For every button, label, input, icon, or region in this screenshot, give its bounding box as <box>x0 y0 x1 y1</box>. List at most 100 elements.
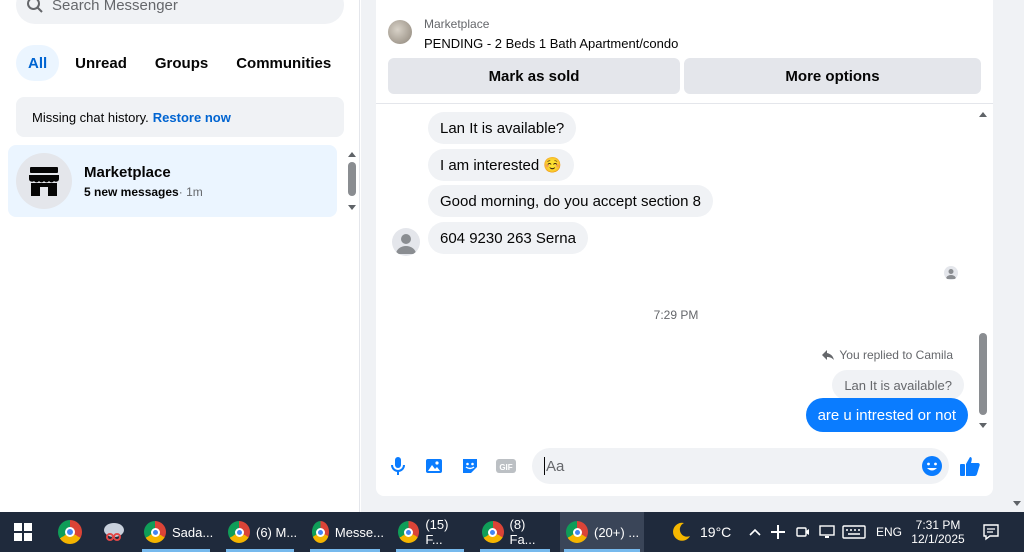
page-scroll-down-icon[interactable] <box>1012 500 1022 507</box>
taskbar: Sada... (6) M... Messe... (15) F... (8) … <box>0 512 1024 552</box>
chat-time: · 1m <box>178 184 203 199</box>
sent-message-bubble[interactable]: are u intrested or not <box>805 398 968 432</box>
message-composer: GIF Aa <box>376 440 993 492</box>
quoted-message[interactable]: Lan It is available? <box>832 370 964 400</box>
chat-item-marketplace[interactable]: Marketplace 5 new messages· 1m <box>8 145 337 217</box>
taskbar-app-label: Messe... <box>334 524 384 540</box>
photo-icon <box>426 459 442 473</box>
seen-avatar <box>944 266 958 280</box>
listing-thumbnail[interactable] <box>388 20 412 44</box>
tray-keyboard[interactable] <box>842 512 866 552</box>
tray-network[interactable] <box>818 512 836 552</box>
chat-list-scrollbar[interactable] <box>346 150 358 212</box>
message-scrollbar[interactable] <box>977 108 989 432</box>
filter-unread[interactable]: Unread <box>63 45 139 81</box>
voice-clip-button[interactable] <box>386 454 410 478</box>
video-icon <box>796 527 809 537</box>
weather-temp: 19°C <box>700 524 732 540</box>
sticker-button[interactable] <box>458 454 482 478</box>
message-timestamp: 7:29 PM <box>653 308 699 322</box>
notice-text: Missing chat history. <box>32 109 149 125</box>
search-input[interactable]: Search Messenger <box>16 0 344 24</box>
chat-name: Marketplace <box>84 163 171 181</box>
taskbar-app-label: (8) Fa... <box>509 517 536 547</box>
unread-count: 5 new messages <box>84 184 179 199</box>
network-icon <box>819 525 835 538</box>
listing-title[interactable]: PENDING - 2 Beds 1 Bath Apartment/condo <box>424 36 678 51</box>
moon-icon <box>673 522 690 541</box>
gif-icon: GIF <box>496 459 516 473</box>
store-icon <box>29 167 59 196</box>
search-icon <box>27 0 43 13</box>
chrome-icon <box>398 521 420 543</box>
keyboard-icon <box>842 525 866 539</box>
snipping-tool-pinned[interactable] <box>102 512 126 552</box>
chrome-icon <box>228 521 250 543</box>
tray-meet[interactable] <box>796 512 810 552</box>
start-button[interactable] <box>14 512 32 552</box>
chrome-pinned[interactable] <box>58 512 82 552</box>
emoji-icon[interactable] <box>921 455 943 477</box>
filter-all[interactable]: All <box>16 45 60 81</box>
restore-now-link[interactable]: Restore now <box>153 110 231 125</box>
message-bubble[interactable]: 604 9230 263 Serna <box>428 222 588 254</box>
message-bubble[interactable]: Lan It is available? <box>428 112 577 144</box>
scrollbar-thumb[interactable] <box>979 333 987 415</box>
taskbar-app-2[interactable]: (6) M... <box>222 512 298 552</box>
filter-tabs: All Unread Groups Communities <box>16 45 347 81</box>
message-list: Lan It is available? I am interested ☺️ … <box>376 104 993 436</box>
marketplace-avatar <box>16 153 72 209</box>
chrome-icon <box>58 520 82 544</box>
taskbar-app-label: (15) F... <box>425 517 449 547</box>
listing-label: Marketplace <box>424 17 490 31</box>
gif-button[interactable]: GIF <box>494 454 518 478</box>
reply-icon <box>822 350 835 360</box>
clock-date: 12/1/2025 <box>911 532 965 546</box>
taskbar-app-label: (20+) ... <box>594 524 640 540</box>
weather-widget[interactable]: 19°C <box>670 512 731 552</box>
taskbar-app-6[interactable]: (20+) ... <box>560 512 644 552</box>
scroll-up-icon <box>979 112 987 117</box>
send-like-button[interactable] <box>958 454 982 478</box>
chrome-icon <box>144 521 166 543</box>
taskbar-app-4[interactable]: (15) F... <box>392 512 468 552</box>
mark-as-sold-button[interactable]: Mark as sold <box>388 58 680 94</box>
tray-plus[interactable] <box>770 512 786 552</box>
scroll-down-icon <box>348 205 356 210</box>
sender-avatar[interactable] <box>392 228 420 256</box>
message-input[interactable]: Aa <box>532 448 949 484</box>
windows-icon <box>14 523 32 541</box>
language-indicator[interactable]: ENG <box>876 512 902 552</box>
taskbar-app-1[interactable]: Sada... <box>138 512 214 552</box>
thumbs-up-icon <box>960 457 980 476</box>
microphone-icon <box>391 457 405 475</box>
more-options-button[interactable]: More options <box>684 58 981 94</box>
scroll-down-icon <box>979 423 987 428</box>
reply-indicator: You replied to Camila <box>821 348 953 362</box>
person-icon <box>396 234 416 254</box>
chat-list-panel: Search Messenger All Unread Groups Commu… <box>0 0 360 512</box>
message-bubble[interactable]: I am interested ☺️ <box>428 149 575 181</box>
scroll-up-icon <box>348 152 356 157</box>
chevron-up-icon <box>749 528 761 536</box>
snipping-tool-icon <box>104 523 124 541</box>
message-placeholder: Aa <box>546 457 565 475</box>
clock-time: 7:31 PM <box>915 518 961 532</box>
message-bubble[interactable]: Good morning, do you accept section 8 <box>428 185 713 217</box>
taskbar-app-5[interactable]: (8) Fa... <box>476 512 554 552</box>
missing-history-notice: Missing chat history. Restore now <box>16 97 344 137</box>
scrollbar-thumb[interactable] <box>348 162 356 196</box>
taskbar-app-3[interactable]: Messe... <box>306 512 384 552</box>
chrome-icon <box>482 521 504 543</box>
clock[interactable]: 7:31 PM 12/1/2025 <box>908 512 968 552</box>
filter-communities[interactable]: Communities <box>224 45 343 81</box>
notification-icon <box>983 524 999 541</box>
person-icon <box>946 269 956 279</box>
chrome-icon <box>566 521 588 543</box>
attach-photo-button[interactable] <box>422 454 446 478</box>
notification-button[interactable] <box>982 512 1000 552</box>
show-hidden-icons[interactable] <box>748 512 762 552</box>
filter-groups[interactable]: Groups <box>143 45 220 81</box>
plus-icon <box>771 525 785 539</box>
taskbar-app-label: Sada... <box>172 524 214 540</box>
